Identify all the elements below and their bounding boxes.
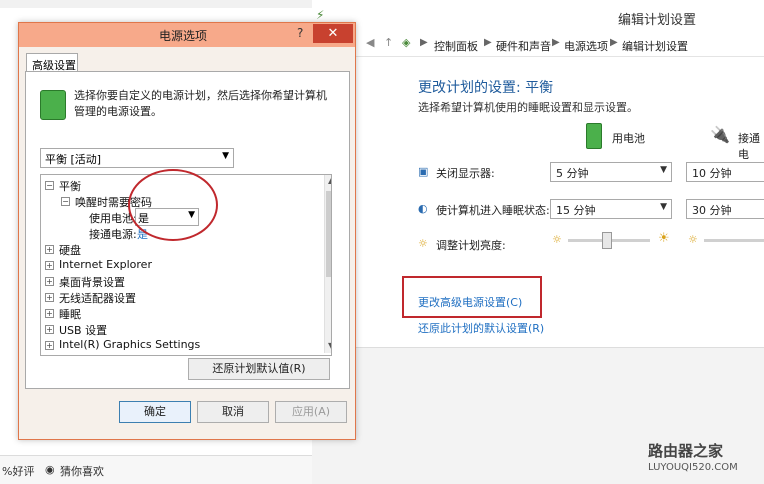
brightness-high-icon: ☀ bbox=[658, 231, 670, 246]
cp-titlebar: ⚡ 编辑计划设置 bbox=[312, 0, 764, 33]
plugged-in-label: 接通电源: bbox=[89, 228, 137, 241]
scroll-up-icon[interactable]: ▲ bbox=[328, 176, 331, 185]
breadcrumb-separator-icon: ▶ bbox=[610, 37, 618, 48]
tree-item-internet-explorer[interactable]: Internet Explorer bbox=[59, 258, 152, 271]
plugged-in-header: 接通电 bbox=[738, 132, 760, 161]
restore-defaults-link[interactable]: 还原此计划的默认设置(R) bbox=[418, 320, 544, 336]
tree-scrollbar[interactable]: ▲ ▼ bbox=[324, 175, 331, 353]
apply-button[interactable]: 应用(A) bbox=[275, 401, 347, 423]
chevron-down-icon: ▼ bbox=[660, 202, 667, 212]
heart-icon: ◉ bbox=[45, 463, 55, 476]
plugged-brightness-track[interactable] bbox=[704, 239, 764, 242]
breadcrumb-edit-plan[interactable]: 编辑计划设置 bbox=[622, 38, 688, 54]
sleep-battery-value: 15 分钟 bbox=[556, 204, 596, 217]
background-toolbar bbox=[0, 0, 312, 8]
watermark-title: 路由器之家 bbox=[648, 442, 724, 460]
breadcrumb-control-panel[interactable]: 控制面板 bbox=[434, 38, 478, 54]
display-battery-dropdown[interactable]: 5 分钟 ▼ bbox=[550, 162, 672, 182]
expand-icon[interactable]: + bbox=[45, 309, 54, 318]
breadcrumb-hardware-sound[interactable]: 硬件和声音 bbox=[496, 38, 551, 54]
collapse-icon[interactable]: − bbox=[45, 181, 54, 190]
expand-icon[interactable]: + bbox=[45, 293, 54, 302]
plan-heading: 更改计划的设置: 平衡 bbox=[418, 80, 554, 96]
back-arrow-icon[interactable]: ◀ bbox=[366, 36, 374, 49]
breadcrumb-separator-icon: ▶ bbox=[484, 37, 492, 48]
ok-button[interactable]: 确定 bbox=[119, 401, 191, 423]
watermark-url: LUYOUQI520.COM bbox=[648, 462, 738, 473]
breadcrumb-separator-icon: ▶ bbox=[420, 37, 428, 48]
tree-item-hard-disk[interactable]: 硬盘 bbox=[59, 242, 81, 258]
tree-item-usb-settings[interactable]: USB 设置 bbox=[59, 322, 107, 338]
restore-plan-defaults-button[interactable]: 还原计划默认值(R) bbox=[188, 358, 330, 380]
control-panel-window: ⚡ 编辑计划设置 ◀ ↑ ◈ ▶ 控制面板 ▶ 硬件和声音 ▶ 电源选项 ▶ 编… bbox=[312, 0, 764, 484]
plug-icon: 🔌 bbox=[710, 125, 730, 144]
display-plugged-dropdown[interactable]: 10 分钟 bbox=[686, 162, 764, 182]
breadcrumb-separator-icon: ▶ bbox=[552, 37, 560, 48]
collapse-icon[interactable]: − bbox=[61, 197, 70, 206]
sleep-plugged-value: 30 分钟 bbox=[692, 204, 732, 217]
up-arrow-icon[interactable]: ↑ bbox=[384, 36, 393, 49]
brightness-low-icon: ☼ bbox=[688, 233, 698, 246]
breadcrumb-power-options[interactable]: 电源选项 bbox=[564, 38, 608, 54]
cancel-button[interactable]: 取消 bbox=[197, 401, 269, 423]
tree-item-balanced[interactable]: 平衡 bbox=[59, 178, 81, 194]
dialog-description: 选择你要自定义的电源计划，然后选择你希望计算机管理的电源设置。 bbox=[74, 89, 327, 118]
tab-advanced-settings[interactable]: 高级设置 bbox=[26, 53, 78, 72]
tree-item-wireless-adapter[interactable]: 无线适配器设置 bbox=[59, 290, 136, 306]
highlight-oval bbox=[128, 169, 218, 241]
battery-brightness-slider[interactable] bbox=[602, 232, 612, 249]
control-panel-icon: ◈ bbox=[402, 36, 411, 49]
power-options-icon: ⚡ bbox=[316, 8, 325, 22]
expand-icon[interactable]: + bbox=[45, 341, 54, 350]
tree-item-intel-graphics[interactable]: Intel(R) Graphics Settings bbox=[59, 338, 200, 351]
sleep-plugged-dropdown[interactable]: 30 分钟 bbox=[686, 199, 764, 219]
close-button[interactable]: ✕ bbox=[313, 24, 353, 43]
background-status-bar: %好评 ◉ 猜你喜欢 bbox=[0, 455, 312, 484]
cp-window-title: 编辑计划设置 bbox=[618, 13, 697, 28]
expand-icon[interactable]: + bbox=[45, 325, 54, 334]
brightness-label: 调整计划亮度: bbox=[436, 239, 506, 252]
guess-you-like-link[interactable]: 猜你喜欢 bbox=[60, 463, 104, 479]
power-plan-icon bbox=[40, 90, 66, 120]
expand-icon[interactable]: + bbox=[45, 245, 54, 254]
plan-select[interactable]: 平衡 [活动] ▼ bbox=[40, 148, 234, 168]
expand-icon[interactable]: + bbox=[45, 261, 54, 270]
scroll-down-icon[interactable]: ▼ bbox=[328, 341, 331, 350]
monitor-icon: ▣ bbox=[418, 165, 429, 178]
sleep-icon: ◐ bbox=[418, 202, 428, 215]
on-battery-header: 用电池 bbox=[612, 132, 645, 145]
turn-off-display-label: 关闭显示器: bbox=[436, 167, 495, 180]
chevron-down-icon: ▼ bbox=[660, 165, 667, 175]
address-bar: ◀ ↑ ◈ ▶ 控制面板 ▶ 硬件和声音 ▶ 电源选项 ▶ 编辑计划设置 bbox=[312, 32, 764, 57]
plan-select-value: 平衡 [活动] bbox=[45, 153, 102, 166]
expand-icon[interactable]: + bbox=[45, 277, 54, 286]
tree-item-sleep[interactable]: 睡眠 bbox=[59, 306, 81, 322]
plan-subheading: 选择希望计算机使用的睡眠设置和显示设置。 bbox=[418, 101, 638, 114]
help-icon[interactable]: ? bbox=[297, 26, 303, 40]
dialog-title: 电源选项 bbox=[159, 29, 208, 43]
display-battery-value: 5 分钟 bbox=[556, 167, 589, 180]
brightness-low-icon: ☼ bbox=[552, 233, 562, 246]
sleep-battery-dropdown[interactable]: 15 分钟 ▼ bbox=[550, 199, 672, 219]
chevron-down-icon: ▼ bbox=[222, 151, 229, 161]
sleep-label: 使计算机进入睡眠状态: bbox=[436, 204, 550, 217]
dialog-titlebar: 电源选项 ? ✕ bbox=[19, 23, 355, 47]
rating-text: %好评 bbox=[2, 465, 35, 478]
display-plugged-value: 10 分钟 bbox=[692, 167, 732, 180]
brightness-icon: ☼ bbox=[418, 237, 428, 250]
battery-icon bbox=[586, 123, 602, 149]
scrollbar-thumb[interactable] bbox=[326, 191, 331, 277]
highlight-rectangle bbox=[402, 276, 542, 318]
tree-item-desktop-background[interactable]: 桌面背景设置 bbox=[59, 274, 125, 290]
